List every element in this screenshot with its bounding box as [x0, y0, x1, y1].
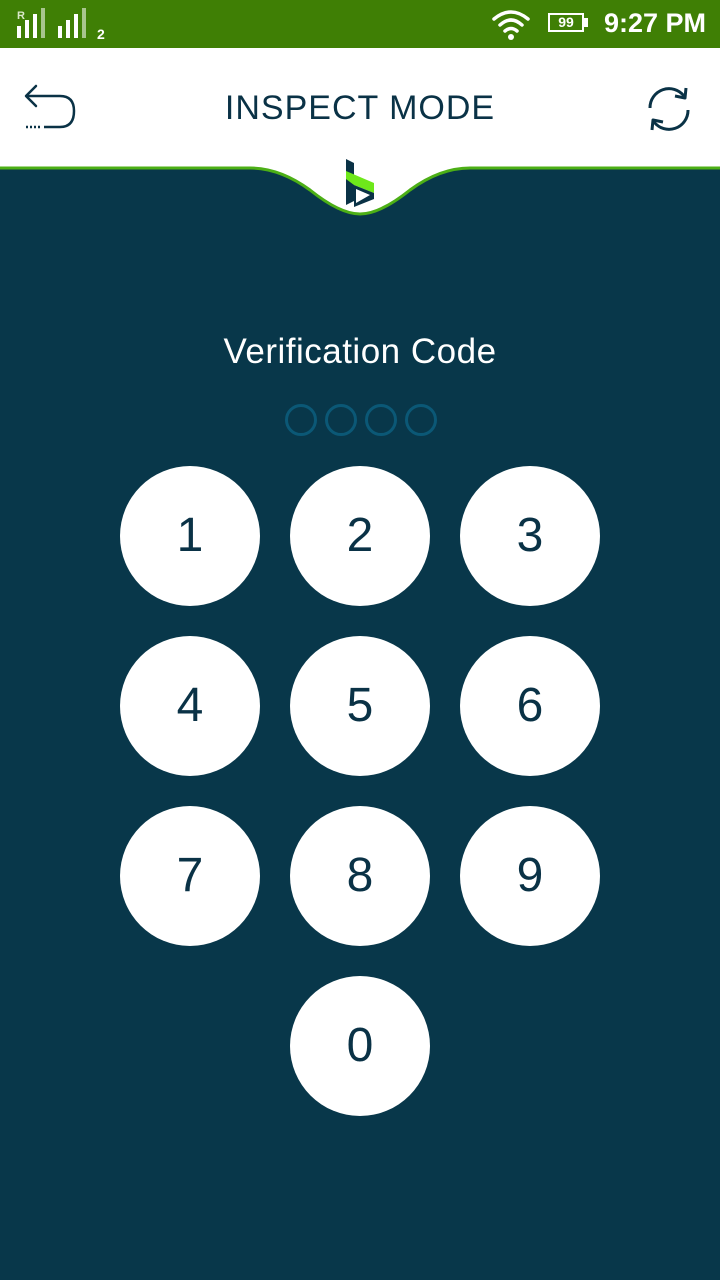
code-dot-4 [405, 404, 437, 436]
app-header [0, 0, 720, 216]
key-8-button[interactable]: 8 [290, 806, 430, 946]
brand-logo-icon [346, 159, 374, 207]
code-dot-3 [365, 404, 397, 436]
code-dot-2 [325, 404, 357, 436]
key-4-button[interactable]: 4 [120, 636, 260, 776]
key-7-button[interactable]: 7 [120, 806, 260, 946]
key-0-button[interactable]: 0 [290, 976, 430, 1116]
back-arrow-icon[interactable] [22, 82, 80, 134]
code-dot-1 [285, 404, 317, 436]
key-5-button[interactable]: 5 [290, 636, 430, 776]
refresh-icon[interactable] [642, 82, 696, 136]
key-1-button[interactable]: 1 [120, 466, 260, 606]
key-3-button[interactable]: 3 [460, 466, 600, 606]
key-9-button[interactable]: 9 [460, 806, 600, 946]
key-2-button[interactable]: 2 [290, 466, 430, 606]
verification-code-label: Verification Code [223, 332, 497, 371]
key-6-button[interactable]: 6 [460, 636, 600, 776]
page-title: INSPECT MODE [224, 89, 496, 127]
